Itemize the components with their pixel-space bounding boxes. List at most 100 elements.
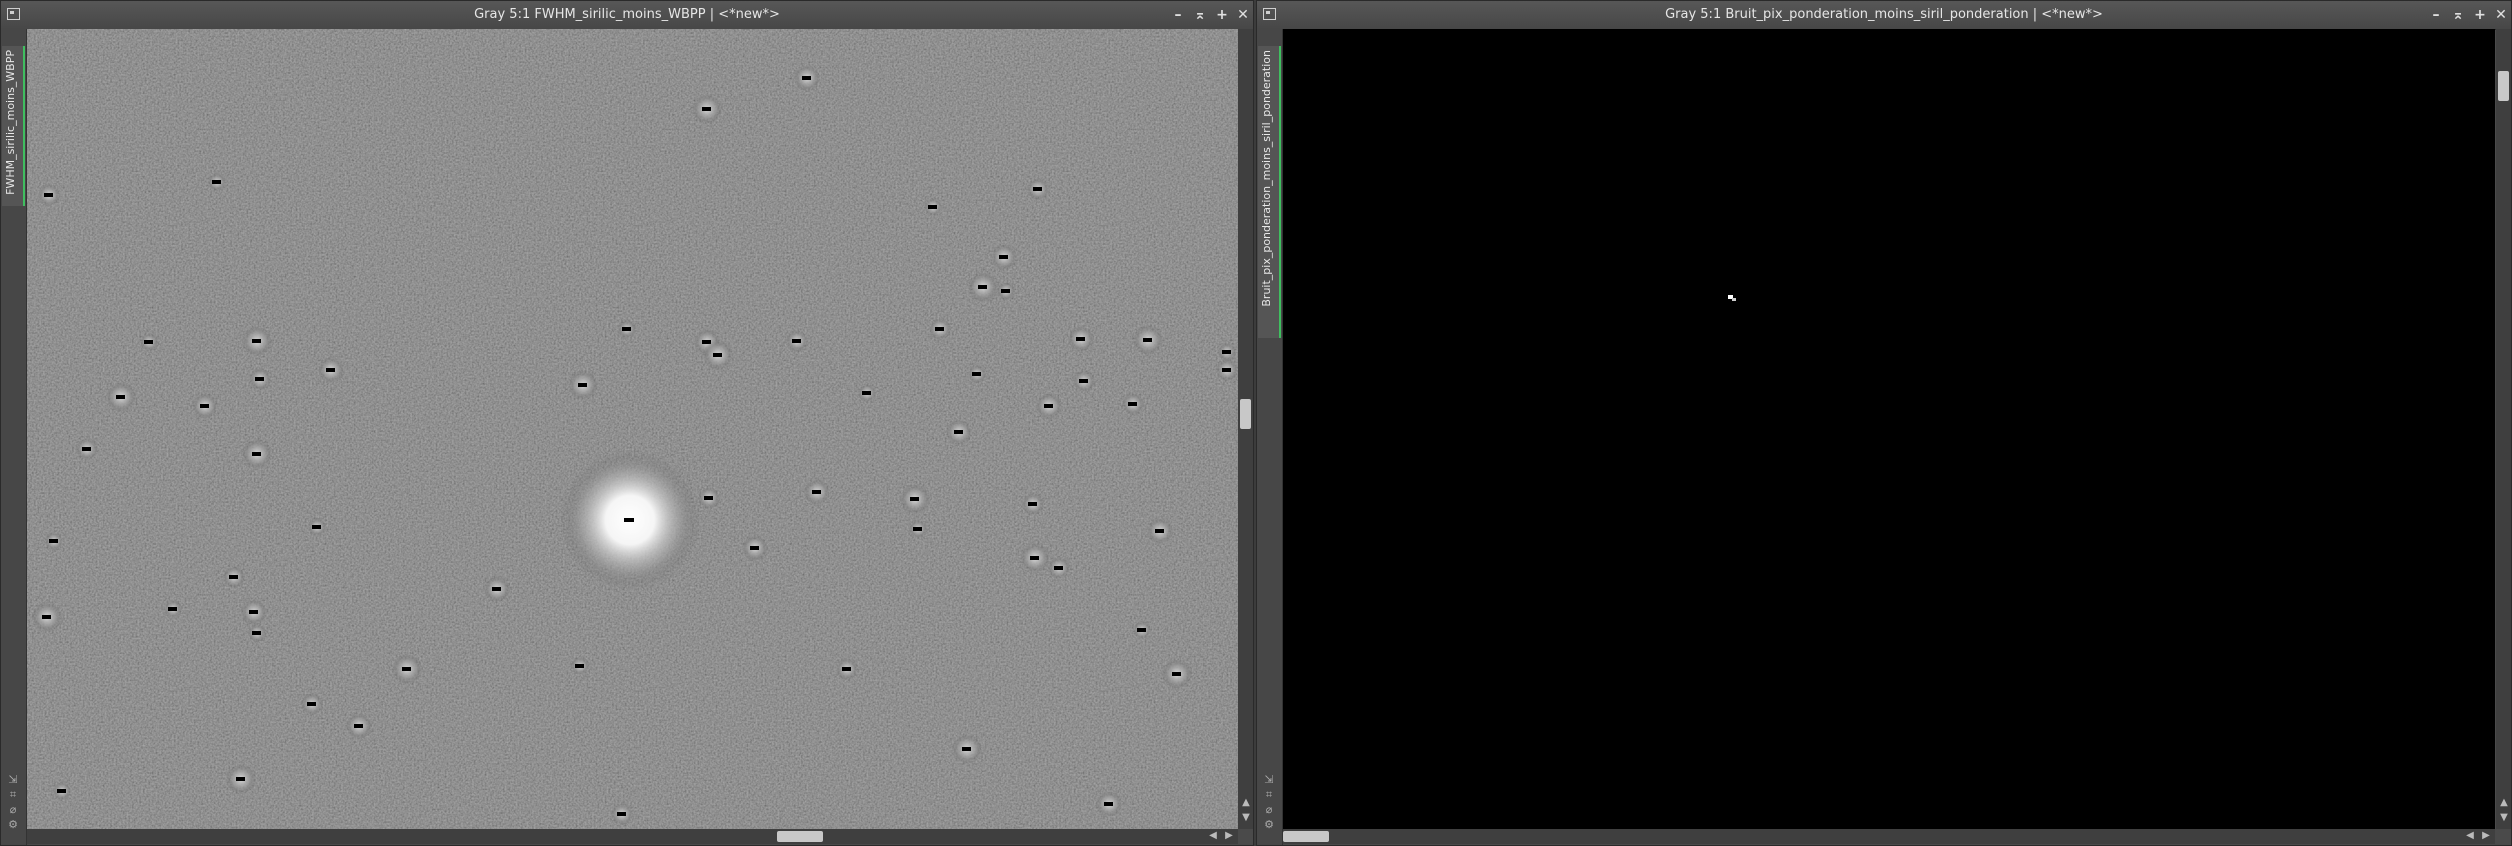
star-core [1076, 337, 1085, 341]
view-identifier-label: Bruit_pix_ponderation_moins_siril_ponder… [1260, 50, 1273, 307]
star-core [622, 327, 631, 331]
horizontal-scroll-thumb[interactable] [777, 831, 823, 842]
horizontal-scrollbar[interactable]: ◀ ▶ [27, 829, 1238, 844]
star-core [1155, 529, 1164, 533]
pin-icon[interactable]: ⇲ [7, 774, 19, 786]
scroll-down-icon[interactable]: ▼ [2498, 812, 2510, 824]
star-core [575, 664, 584, 668]
vertical-scrollbar[interactable]: ▲ ▼ [1238, 29, 1253, 829]
star-core [842, 667, 851, 671]
star-core [249, 610, 258, 614]
close-button[interactable]: ✕ [2491, 5, 2511, 25]
bright-pixel [1732, 298, 1736, 301]
shade-button[interactable]: ⌅ [1190, 5, 1210, 25]
star-core [812, 490, 821, 494]
view-sidebar: FWHM_sirilic_moins_WBPP ⇲ ⌗ ⌀ ⚙ [1, 29, 27, 845]
star-core [307, 702, 316, 706]
star-core [354, 724, 363, 728]
image-viewport[interactable] [1283, 29, 2495, 829]
star-core [82, 447, 91, 451]
star-core [862, 391, 871, 395]
settings-icon[interactable]: ⚙ [1263, 819, 1275, 831]
star-core [935, 327, 944, 331]
star-core [962, 747, 971, 751]
star-core [1137, 628, 1146, 632]
image-viewport[interactable] [27, 29, 1238, 829]
star-core [999, 255, 1008, 259]
view-identifier-label: FWHM_sirilic_moins_WBPP [4, 50, 17, 195]
pin-icon[interactable]: ⇲ [1263, 774, 1275, 786]
star-core [1222, 368, 1231, 372]
minimize-button[interactable]: – [2426, 5, 2446, 25]
star-core [1143, 338, 1152, 342]
star-core [928, 205, 937, 209]
title-bar[interactable]: Gray 5:1 FWHM_sirilic_moins_WBPP | <*new… [1, 1, 1253, 30]
vertical-scroll-thumb[interactable] [1240, 399, 1251, 429]
star-core [255, 377, 264, 381]
star-core [57, 789, 66, 793]
shade-button[interactable]: ⌅ [2448, 5, 2468, 25]
window-title: Gray 5:1 FWHM_sirilic_moins_WBPP | <*new… [474, 7, 780, 22]
star-core [704, 496, 713, 500]
star-core [144, 340, 153, 344]
minimize-button[interactable]: – [1168, 5, 1188, 25]
star-core [402, 667, 411, 671]
image-window-left[interactable]: Gray 5:1 FWHM_sirilic_moins_WBPP | <*new… [0, 0, 1254, 846]
star-core [1054, 566, 1063, 570]
star-core [802, 76, 811, 80]
star-core [702, 107, 711, 111]
scroll-down-icon[interactable]: ▼ [1240, 812, 1252, 824]
view-identifier-tab[interactable]: FWHM_sirilic_moins_WBPP [2, 46, 25, 206]
star-core [1222, 350, 1231, 354]
window-title: Gray 5:1 Bruit_pix_ponderation_moins_sir… [1665, 7, 2103, 22]
star-core [200, 404, 209, 408]
star-core [212, 180, 221, 184]
star-core [49, 539, 58, 543]
star-core [492, 587, 501, 591]
star-core [116, 395, 125, 399]
settings-icon[interactable]: ⚙ [7, 819, 19, 831]
star-core [44, 193, 53, 197]
star-core [252, 631, 261, 635]
view-sidebar: Bruit_pix_ponderation_moins_siril_ponder… [1257, 29, 1283, 845]
scroll-right-icon[interactable]: ▶ [2480, 830, 2492, 842]
scroll-up-icon[interactable]: ▲ [2498, 797, 2510, 809]
star-core [236, 777, 245, 781]
star-core [954, 430, 963, 434]
star-core [1001, 289, 1010, 293]
star-core [750, 546, 759, 550]
image-window-right[interactable]: Gray 5:1 Bruit_pix_ponderation_moins_sir… [1256, 0, 2512, 846]
horizontal-scroll-thumb[interactable] [1283, 831, 1329, 842]
star-core [617, 812, 626, 816]
scroll-up-icon[interactable]: ▲ [1240, 797, 1252, 809]
maximize-button[interactable]: + [2470, 5, 2490, 25]
star-core [168, 607, 177, 611]
astro-image-noise [1283, 29, 2495, 829]
star-core [42, 615, 51, 619]
vertical-scrollbar[interactable]: ▲ ▼ [2496, 29, 2511, 829]
star-core [312, 525, 321, 529]
maximize-button[interactable]: + [1212, 5, 1232, 25]
star-core [1079, 379, 1088, 383]
link-icon[interactable]: ⌀ [7, 804, 19, 816]
link-icon[interactable]: ⌀ [1263, 804, 1275, 816]
star-core [713, 353, 722, 357]
star-core [229, 575, 238, 579]
fit-icon[interactable]: ⌗ [7, 789, 19, 801]
star-core [910, 497, 919, 501]
scroll-left-icon[interactable]: ◀ [2464, 830, 2476, 842]
view-identifier-tab[interactable]: Bruit_pix_ponderation_moins_siril_ponder… [1258, 46, 1281, 338]
star-core [252, 452, 261, 456]
star-core [252, 339, 261, 343]
star-core [1044, 404, 1053, 408]
star-core [792, 339, 801, 343]
horizontal-scrollbar[interactable]: ◀ ▶ [1283, 829, 2495, 844]
star-core [326, 368, 335, 372]
close-button[interactable]: ✕ [1233, 5, 1253, 25]
scroll-left-icon[interactable]: ◀ [1207, 830, 1219, 842]
scroll-right-icon[interactable]: ▶ [1223, 830, 1235, 842]
fit-icon[interactable]: ⌗ [1263, 789, 1275, 801]
vertical-scroll-thumb[interactable] [2498, 71, 2509, 101]
title-bar[interactable]: Gray 5:1 Bruit_pix_ponderation_moins_sir… [1257, 1, 2511, 30]
star-core [972, 372, 981, 376]
